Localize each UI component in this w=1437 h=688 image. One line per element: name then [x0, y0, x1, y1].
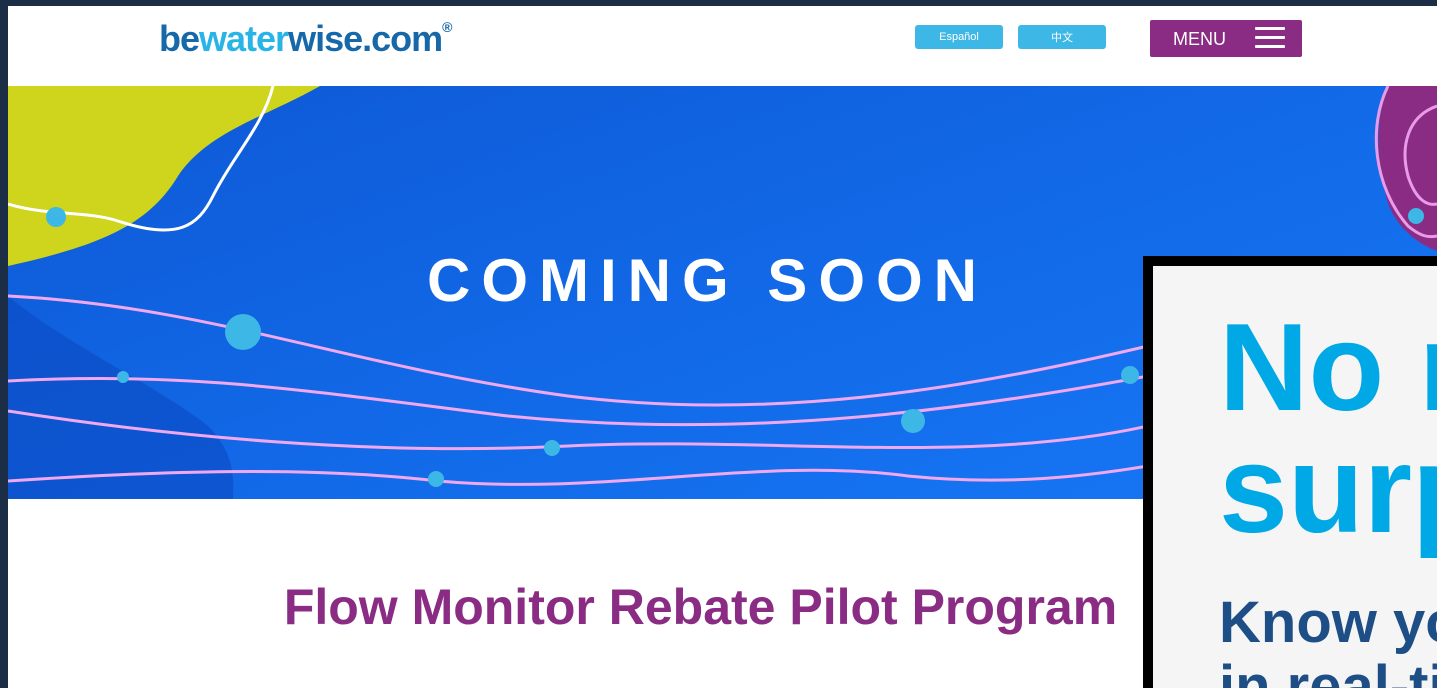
language-espanol-button[interactable]: Español — [915, 25, 1003, 49]
menu-button[interactable]: MENU — [1150, 20, 1302, 57]
hero-dot — [1121, 366, 1139, 384]
logo-part-water: water — [199, 18, 289, 59]
site-logo[interactable]: bewaterwise.com® — [159, 18, 453, 60]
hero-dot — [46, 207, 66, 227]
hero-dot — [544, 440, 560, 456]
ad-content: No m surp Know you in real-ti — [1153, 266, 1437, 688]
language-chinese-button[interactable]: 中文 — [1018, 25, 1106, 49]
logo-part-be: be — [159, 18, 200, 59]
hero-dot — [428, 471, 444, 487]
ad-headline-line2: surp — [1219, 421, 1437, 559]
ad-subhead-line1: Know you — [1219, 590, 1437, 655]
hero-blob-lime — [8, 86, 320, 266]
ad-headline-line1: No m — [1219, 299, 1437, 437]
site-header: bewaterwise.com® Español 中文 MENU — [8, 6, 1437, 86]
hero-dot — [1408, 208, 1424, 224]
hero-dot — [225, 314, 261, 350]
hero-blob-dark — [8, 296, 234, 499]
hamburger-icon — [1255, 27, 1285, 49]
logo-part-wise: wise.com — [288, 18, 443, 59]
hero-dot — [117, 371, 129, 383]
ad-popup[interactable]: No m surp Know you in real-ti — [1143, 256, 1437, 688]
ad-subhead-line2: in real-ti — [1219, 654, 1437, 688]
registered-mark: ® — [442, 19, 452, 35]
browser-page: bewaterwise.com® Español 中文 MENU COMING … — [8, 6, 1437, 688]
hero-dot — [901, 409, 925, 433]
menu-label: MENU — [1173, 29, 1226, 49]
